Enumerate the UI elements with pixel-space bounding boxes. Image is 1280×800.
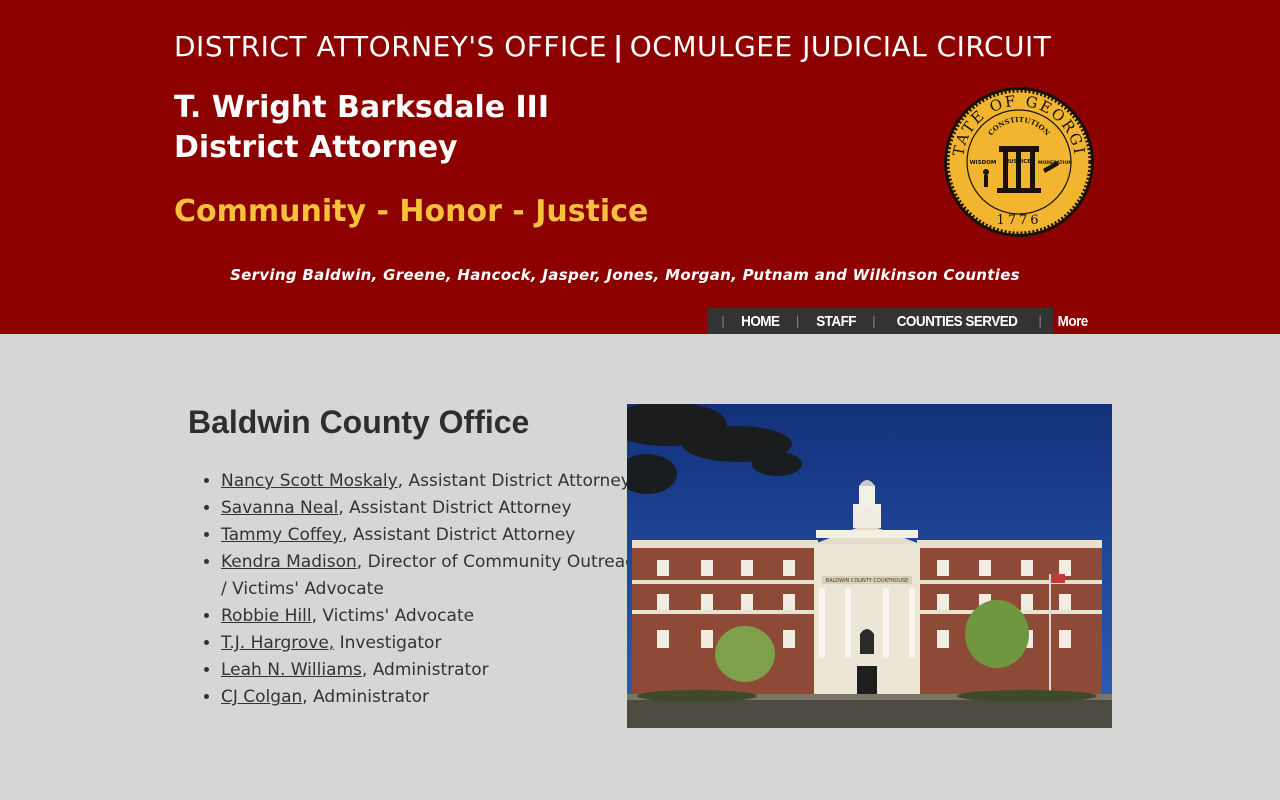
site-header: DISTRICT ATTORNEY'S OFFICE | OCMULGEE JUDI… bbox=[0, 0, 1280, 334]
staff-link[interactable]: Robbie Hill bbox=[221, 606, 312, 626]
staff-role: , Assistant District Attorney bbox=[342, 525, 576, 545]
seal-wisdom-text: WISDOM bbox=[970, 160, 997, 166]
staff-role: Investigator bbox=[334, 633, 442, 653]
nav-separator: | bbox=[1038, 314, 1043, 328]
nav-separator: | bbox=[795, 314, 800, 328]
list-item: Leah N. Williams, Administrator bbox=[221, 657, 651, 684]
seal-justice-text: JUSTICE bbox=[1006, 159, 1031, 165]
district-attorney-block: T. Wright Barksdale III District Attorne… bbox=[174, 88, 549, 168]
staff-role: , Assistant District Attorney bbox=[397, 471, 631, 491]
list-item: T.J. Hargrove, Investigator bbox=[221, 630, 651, 657]
da-name: T. Wright Barksdale III bbox=[174, 90, 549, 125]
staff-role: , Administrator bbox=[361, 660, 489, 680]
staff-role: , Assistant District Attorney bbox=[338, 498, 572, 518]
seal-moderation-text: MODERATION bbox=[1038, 160, 1072, 166]
motto: Community - Honor - Justice bbox=[174, 194, 649, 229]
courthouse-photo: BALDWIN COUNTY COURTHOUSE bbox=[627, 404, 1112, 728]
list-item: Savanna Neal, Assistant District Attorne… bbox=[221, 495, 651, 522]
staff-link[interactable]: Savanna Neal bbox=[221, 498, 338, 518]
staff-link[interactable]: Kendra Madison bbox=[221, 552, 357, 572]
main-nav: | HOME | STAFF | COUNTIES SERVED | More bbox=[707, 308, 1088, 334]
seal-year-text: 1776 bbox=[996, 213, 1041, 228]
staff-link[interactable]: Tammy Coffey bbox=[221, 525, 342, 545]
staff-role: , Administrator bbox=[302, 687, 429, 707]
list-item: Kendra Madison, Director of Community Ou… bbox=[221, 549, 651, 603]
georgia-seal-icon: STATE OF GEORGIA CONSTITUTION WISDOM JUS… bbox=[943, 86, 1094, 237]
nav-counties-served[interactable]: COUNTIES SERVED bbox=[897, 313, 1018, 330]
nav-more[interactable]: More bbox=[1058, 313, 1089, 330]
list-item: Tammy Coffey, Assistant District Attorne… bbox=[221, 522, 651, 549]
staff-link[interactable]: Nancy Scott Moskaly bbox=[221, 471, 398, 491]
list-item: CJ Colgan, Administrator bbox=[221, 684, 651, 711]
nav-home[interactable]: HOME bbox=[741, 313, 780, 330]
nav-staff[interactable]: STAFF bbox=[816, 313, 856, 330]
title-separator: | bbox=[613, 30, 624, 63]
staff-link[interactable]: T.J. Hargrove, bbox=[221, 633, 334, 653]
circuit-name: OCMULGEE JUDICIAL CIRCUIT bbox=[629, 30, 1052, 63]
nav-separator: | bbox=[871, 314, 876, 328]
page-title: Baldwin County Office bbox=[188, 404, 530, 440]
office-title: DISTRICT ATTORNEY'S OFFICE | OCMULGEE JUDI… bbox=[174, 30, 1051, 63]
list-item: Robbie Hill, Victims' Advocate bbox=[221, 603, 651, 630]
da-title: District Attorney bbox=[174, 130, 458, 165]
staff-link[interactable]: CJ Colgan bbox=[221, 687, 302, 707]
staff-role: , Victims' Advocate bbox=[311, 606, 475, 626]
nav-separator: | bbox=[721, 314, 726, 328]
staff-link[interactable]: Leah N. Williams bbox=[221, 660, 362, 680]
office-name: DISTRICT ATTORNEY'S OFFICE bbox=[174, 30, 608, 63]
list-item: Nancy Scott Moskaly, Assistant District … bbox=[221, 468, 651, 495]
counties-served-tagline: Serving Baldwin, Greene, Hancock, Jasper… bbox=[230, 266, 1020, 284]
courthouse-sign: BALDWIN COUNTY COURTHOUSE bbox=[826, 578, 909, 584]
staff-list: Nancy Scott Moskaly, Assistant District … bbox=[200, 468, 651, 711]
